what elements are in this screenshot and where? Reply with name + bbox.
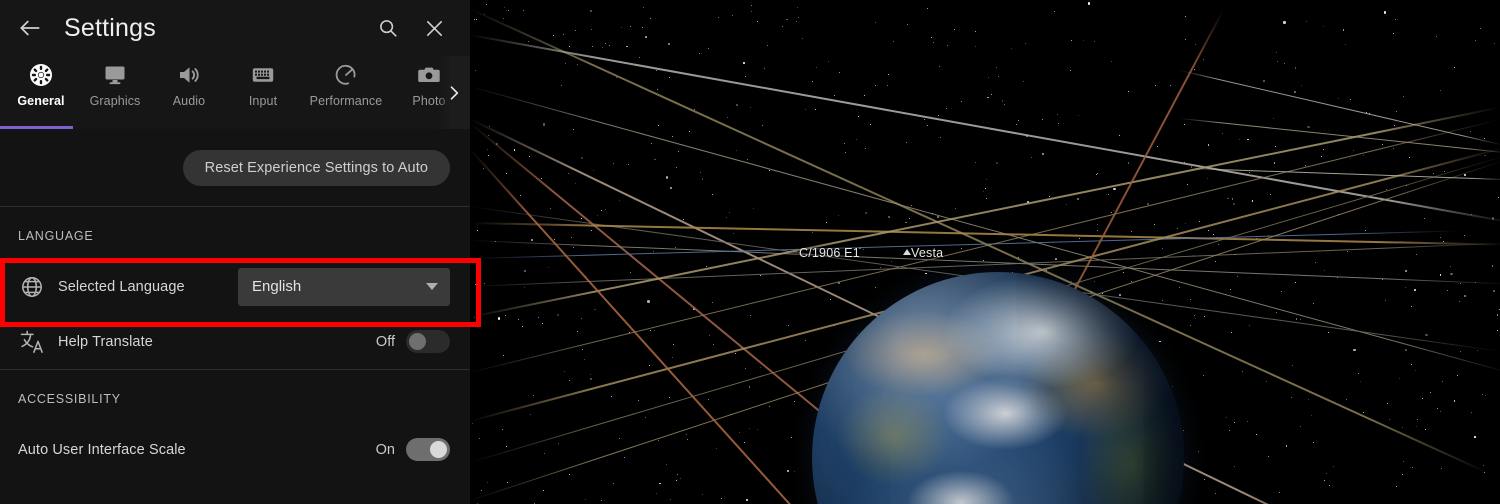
selected-language-dropdown[interactable]: English <box>238 267 450 306</box>
celestial-marker-icon <box>903 249 911 255</box>
tab-label: General <box>17 94 65 108</box>
keyboard-icon <box>251 62 275 88</box>
panel-content: Reset Experience Settings to Auto LANGUA… <box>0 129 470 477</box>
caret-down-icon <box>426 283 438 290</box>
translate-icon <box>18 328 46 356</box>
auto-ui-scale-toggle[interactable] <box>406 438 450 461</box>
setting-label: Help Translate <box>58 333 153 350</box>
toggle-state-label: Off <box>375 333 395 350</box>
section-header-language: LANGUAGE <box>18 229 94 243</box>
toggle-state-label: On <box>375 441 395 458</box>
arrow-left-icon <box>20 20 40 36</box>
monitor-icon <box>103 62 127 88</box>
tab-label: Audio <box>172 94 206 108</box>
reset-experience-settings-button[interactable]: Reset Experience Settings to Auto <box>182 149 450 186</box>
setting-row-auto-ui-scale[interactable]: Auto User Interface Scale On <box>0 422 470 477</box>
search-icon <box>380 20 397 37</box>
screen-root: C/1906 E1 Vesta Settings General Graphic… <box>0 0 1500 504</box>
chevron-right-icon <box>450 85 459 100</box>
toggle-knob <box>409 333 426 350</box>
gauge-icon <box>334 62 358 88</box>
setting-row-help-translate[interactable]: Help Translate Off <box>0 314 470 369</box>
speaker-icon <box>177 62 201 88</box>
setting-label: Auto User Interface Scale <box>18 441 186 458</box>
setting-label: Selected Language <box>58 278 185 295</box>
section-header-accessibility: ACCESSIBILITY <box>18 392 121 406</box>
gear-icon <box>29 62 53 88</box>
close-icon <box>426 20 442 36</box>
page-title: Settings <box>64 13 156 42</box>
help-translate-toggle-group[interactable]: Off <box>376 330 450 353</box>
tab-audio[interactable]: Audio <box>152 56 226 118</box>
close-button[interactable] <box>412 6 456 50</box>
setting-row-selected-language[interactable]: Selected Language English <box>0 259 470 314</box>
tab-performance[interactable]: Performance <box>300 56 392 118</box>
reset-row: Reset Experience Settings to Auto <box>0 129 470 206</box>
tab-graphics[interactable]: Graphics <box>78 56 152 118</box>
settings-panel: Settings General Graphics Audio Input Pe… <box>0 0 470 504</box>
panel-header: Settings <box>0 0 470 56</box>
tab-general[interactable]: General <box>4 56 78 118</box>
tab-bar: General Graphics Audio Input Performance… <box>0 56 470 129</box>
search-button[interactable] <box>366 6 410 50</box>
tab-label: Performance <box>309 94 383 108</box>
tab-scroll-right-button[interactable] <box>438 56 470 129</box>
help-translate-toggle[interactable] <box>406 330 450 353</box>
dropdown-value: English <box>252 278 302 295</box>
tab-label: Input <box>248 94 278 108</box>
back-button[interactable] <box>8 6 52 50</box>
tab-label: Graphics <box>89 94 141 108</box>
tab-input[interactable]: Input <box>226 56 300 118</box>
auto-ui-scale-toggle-group[interactable]: On <box>376 438 450 461</box>
toggle-knob <box>430 441 447 458</box>
globe-icon <box>18 273 46 301</box>
